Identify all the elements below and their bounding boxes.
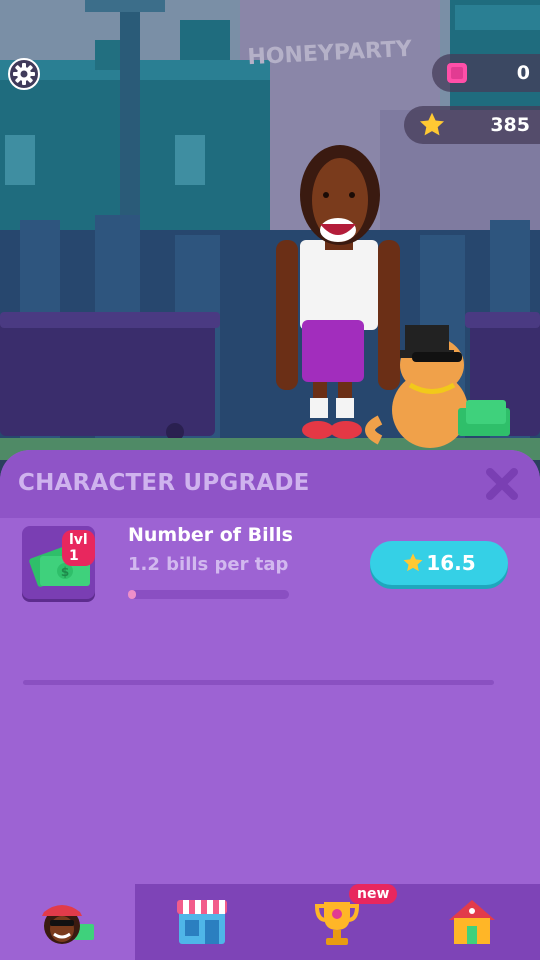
- game-scene[interactable]: HONEYPARTY 0 385: [0, 0, 540, 460]
- star-icon: [403, 553, 423, 572]
- bottom-nav: new: [0, 884, 540, 960]
- close-icon: [486, 468, 518, 500]
- stars-value: 385: [490, 114, 530, 136]
- upgrade-item: $ lvl 1 Number of Bills 1.2 bills per ta…: [0, 518, 540, 685]
- panel-header: CHARACTER UPGRADE: [0, 450, 540, 518]
- settings-button[interactable]: [8, 58, 40, 90]
- character-icon: [42, 905, 94, 944]
- bills-thumbnail: $ lvl 1: [22, 526, 95, 599]
- upgrade-description: 1.2 bills per tap: [128, 554, 289, 575]
- upgrade-name: Number of Bills: [128, 524, 293, 546]
- tab-shop[interactable]: [135, 884, 270, 960]
- upgrade-cost: 16.5: [426, 551, 476, 575]
- tab-character[interactable]: [0, 884, 135, 960]
- tab-home[interactable]: [405, 884, 540, 960]
- row-divider: [23, 680, 494, 685]
- upgrade-panel: CHARACTER UPGRADE $ lvl 1 Number of Bill…: [0, 450, 540, 884]
- house-icon: [449, 900, 495, 944]
- star-icon: [419, 112, 445, 136]
- level-badge: lvl 1: [62, 530, 95, 566]
- upgrade-progress-bar: [128, 590, 289, 599]
- trophy-icon: [314, 902, 360, 945]
- shop-icon: [177, 900, 227, 944]
- new-badge: new: [349, 884, 398, 904]
- svg-text:$: $: [61, 565, 69, 579]
- gear-icon: [8, 58, 40, 90]
- stars-counter[interactable]: 385: [404, 106, 540, 144]
- gems-value: 0: [516, 62, 530, 84]
- upgrade-progress-fill: [128, 590, 137, 599]
- panel-title: CHARACTER UPGRADE: [18, 470, 310, 496]
- buy-upgrade-button[interactable]: 16.5: [370, 541, 508, 585]
- gems-counter[interactable]: 0: [432, 54, 540, 92]
- close-button[interactable]: [484, 466, 520, 502]
- gem-icon: [447, 63, 467, 83]
